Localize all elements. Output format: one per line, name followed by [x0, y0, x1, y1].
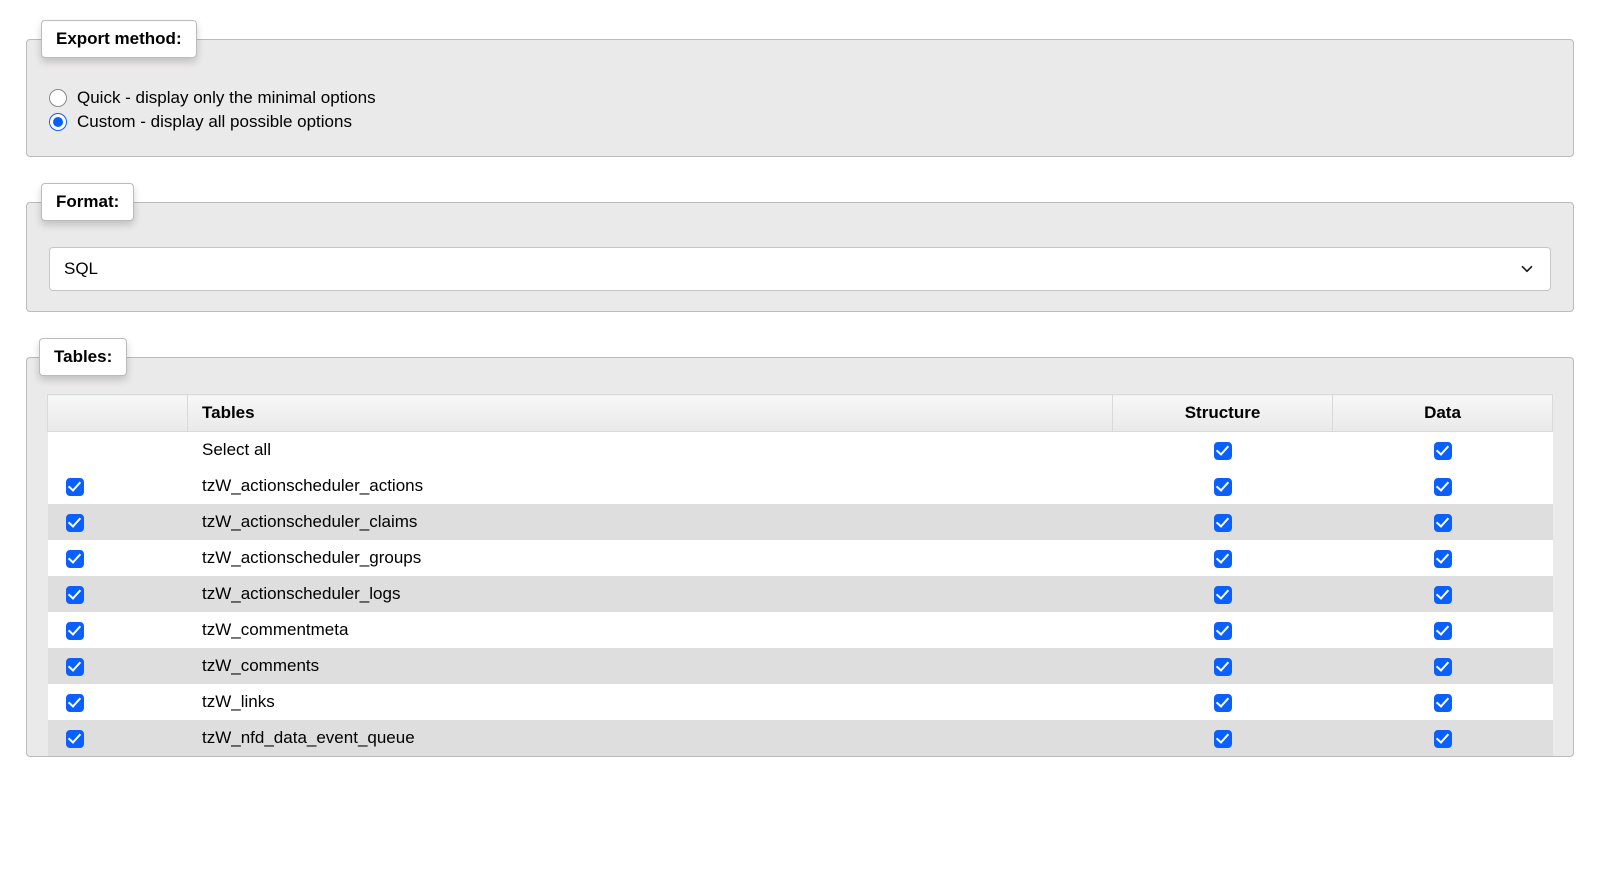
table-row-structure-checkbox[interactable] [1214, 658, 1232, 676]
table-row-structure-checkbox[interactable] [1214, 622, 1232, 640]
table-row-name[interactable]: tzW_actionscheduler_groups [188, 540, 1113, 576]
table-row-structure-checkbox[interactable] [1214, 694, 1232, 712]
tables-header-tables: Tables [188, 395, 1113, 432]
select-all-structure-checkbox[interactable] [1214, 442, 1232, 460]
format-select-value: SQL [64, 259, 98, 279]
table-row-data-checkbox[interactable] [1434, 586, 1452, 604]
export-method-quick-row[interactable]: Quick - display only the minimal options [49, 88, 1551, 108]
table-row: tzW_commentmeta [48, 612, 1553, 648]
table-row-checkbox[interactable] [66, 694, 84, 712]
format-select[interactable]: SQL [49, 247, 1551, 291]
table-row-checkbox[interactable] [66, 586, 84, 604]
table-row-data-checkbox[interactable] [1434, 730, 1452, 748]
table-row-structure-checkbox[interactable] [1214, 550, 1232, 568]
table-row-structure-checkbox[interactable] [1214, 586, 1232, 604]
table-row-select-all: Select all [48, 432, 1553, 469]
export-method-custom-label[interactable]: Custom - display all possible options [77, 112, 352, 132]
table-row-data-checkbox[interactable] [1434, 658, 1452, 676]
table-row-name[interactable]: tzW_actionscheduler_logs [188, 576, 1113, 612]
table-row-structure-checkbox[interactable] [1214, 514, 1232, 532]
export-method-custom-row[interactable]: Custom - display all possible options [49, 112, 1551, 132]
table-row-checkbox[interactable] [66, 514, 84, 532]
tables-header-blank [48, 395, 188, 432]
table-row: tzW_actionscheduler_groups [48, 540, 1553, 576]
table-row-data-checkbox[interactable] [1434, 622, 1452, 640]
table-row-structure-checkbox[interactable] [1214, 730, 1232, 748]
select-all-data-checkbox[interactable] [1434, 442, 1452, 460]
table-row-data-checkbox[interactable] [1434, 514, 1452, 532]
select-all-row-checkbox-cell [48, 432, 188, 469]
table-row-structure-checkbox[interactable] [1214, 478, 1232, 496]
table-row-data-checkbox[interactable] [1434, 550, 1452, 568]
tables-fieldset: Tables: Tables Structure Data Select all… [26, 338, 1574, 757]
table-row-checkbox[interactable] [66, 730, 84, 748]
table-row-name[interactable]: tzW_actionscheduler_actions [188, 468, 1113, 504]
export-method-fieldset: Export method: Quick - display only the … [26, 20, 1574, 157]
export-method-quick-radio[interactable] [49, 89, 67, 107]
export-method-quick-label[interactable]: Quick - display only the minimal options [77, 88, 376, 108]
export-method-custom-radio[interactable] [49, 113, 67, 131]
format-fieldset: Format: SQL [26, 183, 1574, 312]
table-row: tzW_comments [48, 648, 1553, 684]
table-row-checkbox[interactable] [66, 550, 84, 568]
export-method-legend: Export method: [41, 20, 197, 58]
table-row-data-checkbox[interactable] [1434, 694, 1452, 712]
select-all-label[interactable]: Select all [188, 432, 1113, 469]
table-row-name[interactable]: tzW_commentmeta [188, 612, 1113, 648]
table-row-name[interactable]: tzW_actionscheduler_claims [188, 504, 1113, 540]
tables-legend: Tables: [39, 338, 127, 376]
format-legend: Format: [41, 183, 134, 221]
table-row: tzW_actionscheduler_actions [48, 468, 1553, 504]
table-row: tzW_nfd_data_event_queue [48, 720, 1553, 756]
table-row-name[interactable]: tzW_comments [188, 648, 1113, 684]
table-row-checkbox[interactable] [66, 622, 84, 640]
table-row-checkbox[interactable] [66, 478, 84, 496]
tables-table: Tables Structure Data Select alltzW_acti… [47, 394, 1553, 756]
table-row: tzW_links [48, 684, 1553, 720]
chevron-down-icon [1518, 260, 1536, 278]
table-row-name[interactable]: tzW_nfd_data_event_queue [188, 720, 1113, 756]
table-row: tzW_actionscheduler_logs [48, 576, 1553, 612]
table-row-data-checkbox[interactable] [1434, 478, 1452, 496]
tables-header-structure: Structure [1113, 395, 1333, 432]
table-row: tzW_actionscheduler_claims [48, 504, 1553, 540]
table-row-checkbox[interactable] [66, 658, 84, 676]
tables-header-data: Data [1333, 395, 1553, 432]
table-row-name[interactable]: tzW_links [188, 684, 1113, 720]
